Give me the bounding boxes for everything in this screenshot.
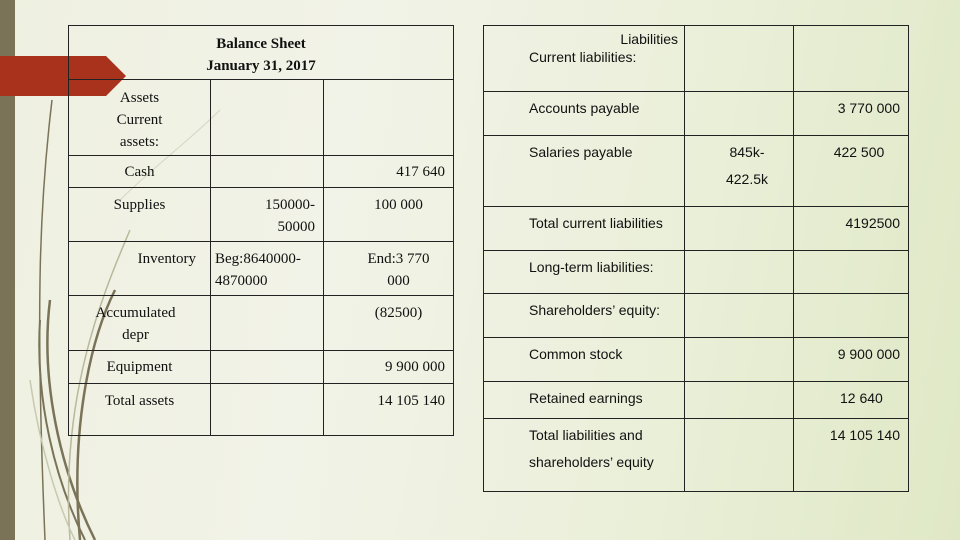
row-label: Supplies: [68, 187, 211, 242]
liabilities-title: Liabilities: [620, 31, 678, 47]
row-calc: [210, 295, 324, 351]
row-label: Common stock: [483, 337, 685, 382]
row-calc: [210, 383, 324, 436]
row-amount: End:3 770 000: [322, 241, 455, 296]
table-row: Common stock 9 900 000: [483, 337, 909, 382]
row-calc: 845k- 422.5k: [684, 135, 794, 207]
row-calc: [684, 293, 794, 338]
row-calc: [210, 350, 324, 384]
liabilities-equity-table: Liabilities Current liabilities: Account…: [483, 25, 909, 492]
row-calc: [210, 155, 324, 188]
row-label: Shareholders’ equity:: [483, 293, 685, 338]
row-amount: 14 105 140: [793, 418, 909, 492]
table-row: Liabilities Current liabilities:: [483, 25, 909, 92]
row-calc: [684, 337, 794, 382]
table-row: Supplies 150000- 50000 100 000: [68, 187, 455, 242]
row-label: Accounts payable: [483, 91, 685, 136]
row-label: Total liabilities and shareholders’ equi…: [483, 418, 685, 492]
table-row: Cash 417 640: [68, 155, 455, 188]
row-label: Assets Current assets:: [68, 79, 211, 156]
table-row: Accumulated depr (82500): [68, 295, 455, 351]
row-amount: 422 500: [793, 135, 909, 207]
row-amount: 4192500: [793, 206, 909, 251]
row-label: Total current liabilities: [483, 206, 685, 251]
row-label: Equipment: [68, 350, 211, 384]
table-row: Total assets 14 105 140: [68, 383, 455, 436]
row-label: Total assets: [68, 383, 211, 436]
row-label: Retained earnings: [483, 381, 685, 419]
table-row: Shareholders’ equity:: [483, 293, 909, 338]
current-liabilities-label: Current liabilities:: [529, 49, 637, 65]
table-row: Total liabilities and shareholders’ equi…: [483, 418, 909, 492]
row-calc: 150000- 50000: [210, 187, 324, 242]
row-amount: [793, 293, 909, 338]
table-row: Long-term liabilities:: [483, 250, 909, 294]
row-amount: 3 770 000: [793, 91, 909, 136]
table-row: Salaries payable 845k- 422.5k 422 500: [483, 135, 909, 207]
balance-sheet-title: Balance Sheet: [216, 36, 306, 52]
table-row: Assets Current assets:: [68, 79, 455, 156]
row-calc: [684, 206, 794, 251]
row-label: Inventory: [68, 241, 211, 296]
balance-sheet-date: January 31, 2017: [206, 58, 316, 74]
row-amount: [793, 250, 909, 294]
row-amount: (82500): [322, 295, 455, 351]
balance-sheet-header: Balance Sheet January 31, 2017: [67, 25, 455, 80]
row-amount: [322, 79, 455, 156]
table-row: Accounts payable 3 770 000: [483, 91, 909, 136]
row-label: Long-term liabilities:: [483, 250, 685, 294]
row-amount: 14 105 140: [322, 383, 455, 436]
row-label: Salaries payable: [483, 135, 685, 207]
table-row: Total current liabilities 4192500: [483, 206, 909, 251]
row-amount: 417 640: [322, 155, 455, 188]
row-label: Accumulated depr: [68, 295, 211, 351]
row-calc: Beg:8640000- 4870000: [210, 241, 324, 296]
row-calc: [210, 79, 324, 156]
row-calc: [684, 250, 794, 294]
row-calc: [684, 418, 794, 492]
row-calc: [684, 381, 794, 419]
row-amount: 12 640: [793, 381, 909, 419]
row-amount: 100 000: [322, 187, 455, 242]
table-row: Inventory Beg:8640000- 4870000 End:3 770…: [68, 241, 455, 296]
row-calc: [684, 91, 794, 136]
row-label: Cash: [68, 155, 211, 188]
liabilities-header-cell: Liabilities Current liabilities:: [483, 25, 685, 92]
row-amount: 9 900 000: [322, 350, 455, 384]
row-amount: 9 900 000: [793, 337, 909, 382]
table-row: Retained earnings 12 640: [483, 381, 909, 419]
table-row: Equipment 9 900 000: [68, 350, 455, 384]
assets-table: Balance Sheet January 31, 2017 Assets Cu…: [67, 25, 455, 436]
